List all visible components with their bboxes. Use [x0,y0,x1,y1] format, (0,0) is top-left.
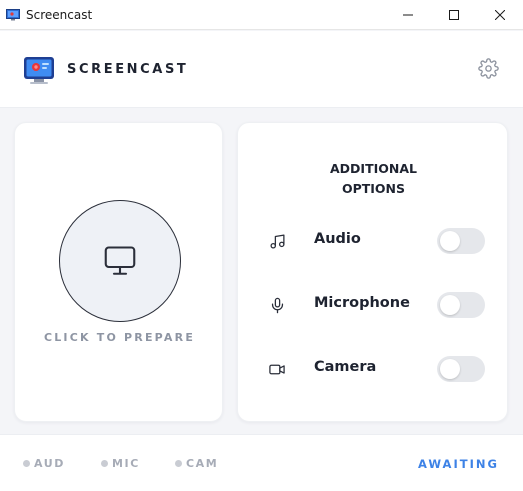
status-dot [23,460,30,467]
video-camera-icon [268,360,286,378]
indicator-aud: AUD [23,457,65,470]
close-button[interactable] [477,0,523,30]
camera-toggle[interactable] [437,356,485,382]
status-bar: AUD MIC CAM AWAITING [0,434,523,491]
indicator-cam: CAM [175,457,218,470]
audio-toggle[interactable] [437,228,485,254]
indicator-aud-label: AUD [34,457,66,470]
minimize-button[interactable] [385,0,431,30]
option-audio-label: Audio [314,231,361,247]
gear-icon [478,58,499,79]
option-audio: Audio [238,225,509,255]
indicator-mic: MIC [101,457,140,470]
option-microphone: Microphone [238,289,509,319]
settings-button[interactable] [477,57,500,80]
option-microphone-label: Microphone [314,295,410,311]
indicator-mic-label: MIC [112,457,140,470]
status-text: AWAITING [418,457,499,471]
maximize-button[interactable] [431,0,477,30]
options-card: ADDITIONAL OPTIONS Audio Microphone Came… [237,122,508,422]
close-icon [495,10,505,20]
minimize-icon [403,14,413,16]
app-header: SCREENCAST [0,31,523,108]
option-camera-label: Camera [314,359,377,375]
app-logo [24,57,54,84]
toggle-knob [440,295,460,315]
status-dot [175,460,182,467]
toggle-knob [440,231,460,251]
options-title: ADDITIONAL OPTIONS [330,161,417,196]
monitor-icon [104,246,136,275]
option-camera: Camera [238,353,509,383]
prepare-label: CLICK TO PREPARE [43,331,196,344]
maximize-icon [449,10,459,20]
app-icon [6,8,20,20]
window-titlebar: Screencast [0,0,523,30]
prepare-button[interactable] [59,200,181,322]
window-title: Screencast [26,7,93,22]
prepare-card: CLICK TO PREPARE [14,122,223,422]
music-note-icon [268,232,286,250]
toggle-knob [440,359,460,379]
status-dot [101,460,108,467]
microphone-icon [268,296,286,314]
microphone-toggle[interactable] [437,292,485,318]
brand-name: SCREENCAST [67,62,189,77]
indicator-cam-label: CAM [186,457,219,470]
